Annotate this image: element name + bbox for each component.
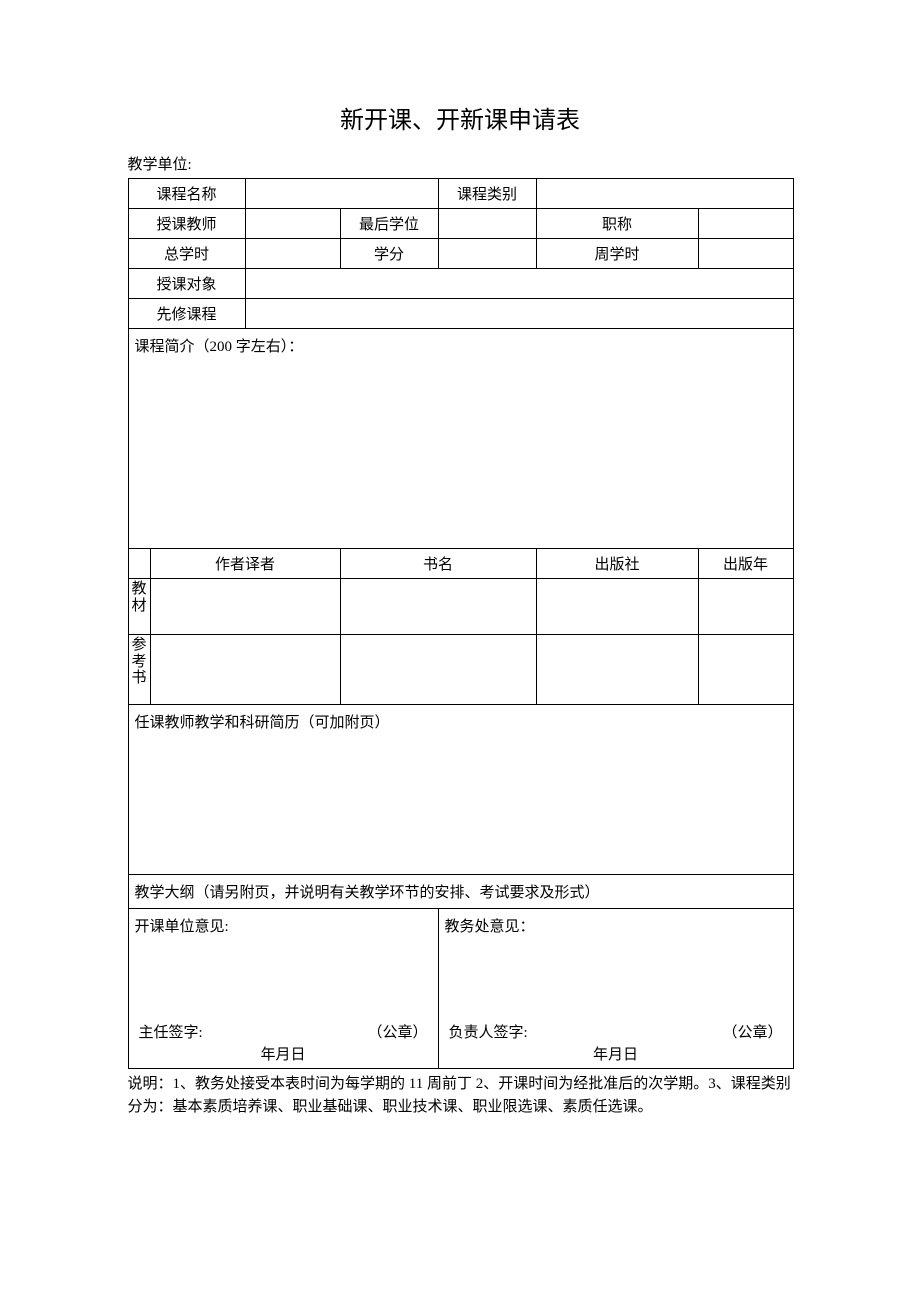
book-header-blank	[128, 549, 150, 579]
office-opinion-label: 教务处意见：	[445, 915, 787, 936]
value-final-degree[interactable]	[438, 209, 536, 239]
textbook-year[interactable]	[698, 579, 793, 635]
page-title: 新开课、开新课申请表	[128, 100, 793, 135]
office-seal-label: （公章）	[723, 1021, 783, 1042]
value-credits[interactable]	[438, 239, 536, 269]
label-target: 授课对象	[128, 269, 245, 299]
value-weekly-hours[interactable]	[698, 239, 793, 269]
syllabus-area[interactable]: 教学大纲（请另附页，并说明有关教学环节的安排、考试要求及形式）	[128, 875, 793, 909]
label-teacher: 授课教师	[128, 209, 245, 239]
book-header-year: 出版年	[698, 549, 793, 579]
dept-date-label: 年月日	[129, 1043, 438, 1064]
dept-opinion-area[interactable]: 开课单位意见: 主任签字: （公章） 年月日	[128, 909, 438, 1069]
explanation-note: 说明：1、教务处接受本表时间为每学期的 11 周前丁 2、开课时间为经批准后的次…	[128, 1073, 793, 1118]
teaching-unit-label: 教学单位:	[128, 153, 793, 174]
value-target[interactable]	[245, 269, 793, 299]
rowhead-reference: 参考书	[128, 635, 150, 705]
value-title-rank[interactable]	[698, 209, 793, 239]
value-total-hours[interactable]	[245, 239, 340, 269]
reference-publisher[interactable]	[536, 635, 698, 705]
syllabus-label: 教学大纲（请另附页，并说明有关教学环节的安排、考试要求及形式）	[135, 885, 600, 901]
office-opinion-area[interactable]: 教务处意见： 负责人签字: （公章） 年月日	[438, 909, 793, 1069]
value-teacher[interactable]	[245, 209, 340, 239]
reference-author[interactable]	[150, 635, 340, 705]
label-credits: 学分	[340, 239, 438, 269]
textbook-author[interactable]	[150, 579, 340, 635]
office-sign-label: 负责人签字:	[449, 1021, 528, 1042]
textbook-name[interactable]	[340, 579, 536, 635]
dept-seal-label: （公章）	[368, 1021, 428, 1042]
rowhead-textbook: 教材	[128, 579, 150, 635]
teacher-resume-label: 任课教师教学和科研简历（可加附页）	[135, 715, 390, 731]
value-course-type[interactable]	[536, 179, 793, 209]
label-course-type: 课程类别	[438, 179, 536, 209]
label-prerequisites: 先修课程	[128, 299, 245, 329]
office-date-label: 年月日	[439, 1043, 793, 1064]
label-weekly-hours: 周学时	[536, 239, 698, 269]
book-header-name: 书名	[340, 549, 536, 579]
value-prerequisites[interactable]	[245, 299, 793, 329]
value-course-name[interactable]	[245, 179, 438, 209]
book-header-publisher: 出版社	[536, 549, 698, 579]
teacher-resume-area[interactable]: 任课教师教学和科研简历（可加附页）	[128, 705, 793, 875]
textbook-publisher[interactable]	[536, 579, 698, 635]
course-intro-area[interactable]: 课程简介（200 字左右）：	[128, 329, 793, 549]
book-header-author: 作者译者	[150, 549, 340, 579]
label-total-hours: 总学时	[128, 239, 245, 269]
dept-sign-label: 主任签字:	[139, 1021, 203, 1042]
label-title-rank: 职称	[536, 209, 698, 239]
reference-year[interactable]	[698, 635, 793, 705]
reference-name[interactable]	[340, 635, 536, 705]
application-form: 新开课、开新课申请表 教学单位: 课程名称 课程类别 授课教师 最后学位 职称 …	[128, 100, 793, 1118]
dept-opinion-label: 开课单位意见:	[135, 915, 432, 936]
label-final-degree: 最后学位	[340, 209, 438, 239]
label-course-name: 课程名称	[128, 179, 245, 209]
course-intro-label: 课程简介（200 字左右）：	[135, 339, 304, 355]
main-table: 课程名称 课程类别 授课教师 最后学位 职称 总学时 学分 周学时 授课对象 先…	[128, 178, 794, 1069]
